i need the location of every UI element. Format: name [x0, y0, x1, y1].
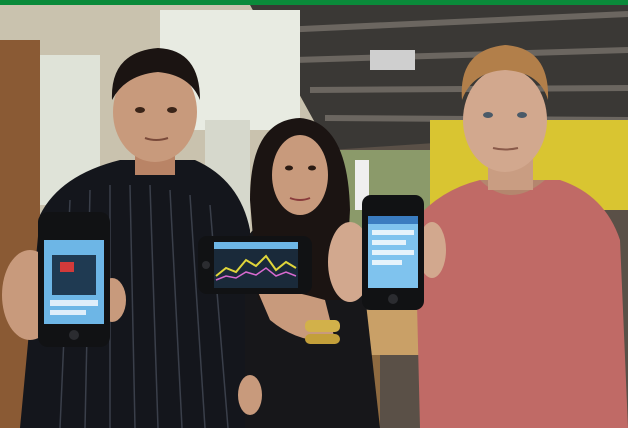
person-right-eye — [517, 112, 527, 118]
person-right-eye — [483, 112, 493, 118]
phone-right-home-button — [388, 294, 398, 304]
person-left-eye — [167, 107, 177, 113]
phone-left-text-line — [50, 310, 86, 315]
photo — [0, 0, 628, 428]
phone-left-map — [52, 255, 96, 295]
phone-left-marker — [60, 262, 74, 272]
phone-middle-home-button — [202, 261, 210, 269]
phone-right — [362, 195, 424, 310]
phone-middle-header — [214, 242, 298, 249]
person-middle-hand — [238, 375, 262, 415]
photo-scene — [0, 0, 628, 428]
phone-right-header — [368, 216, 418, 224]
phone-right-text-line — [372, 260, 402, 265]
person-left-eye — [135, 107, 145, 113]
ceiling-light — [370, 50, 415, 70]
phone-left-text-line — [50, 300, 98, 306]
phone-left — [38, 212, 110, 347]
phone-right-text-line — [372, 250, 414, 255]
person-right-shirt — [415, 180, 628, 428]
top-border — [0, 0, 628, 5]
phone-left-home-button — [69, 330, 79, 340]
phone-middle — [198, 236, 312, 294]
phone-right-text-line — [372, 240, 406, 245]
bracelet — [305, 320, 340, 332]
person-middle-eye — [308, 165, 316, 171]
phone-right-text-line — [372, 230, 414, 235]
person-right-face — [463, 68, 547, 172]
bracelet — [305, 334, 340, 344]
person-middle-eye — [285, 165, 293, 171]
person-middle-face — [272, 135, 328, 215]
